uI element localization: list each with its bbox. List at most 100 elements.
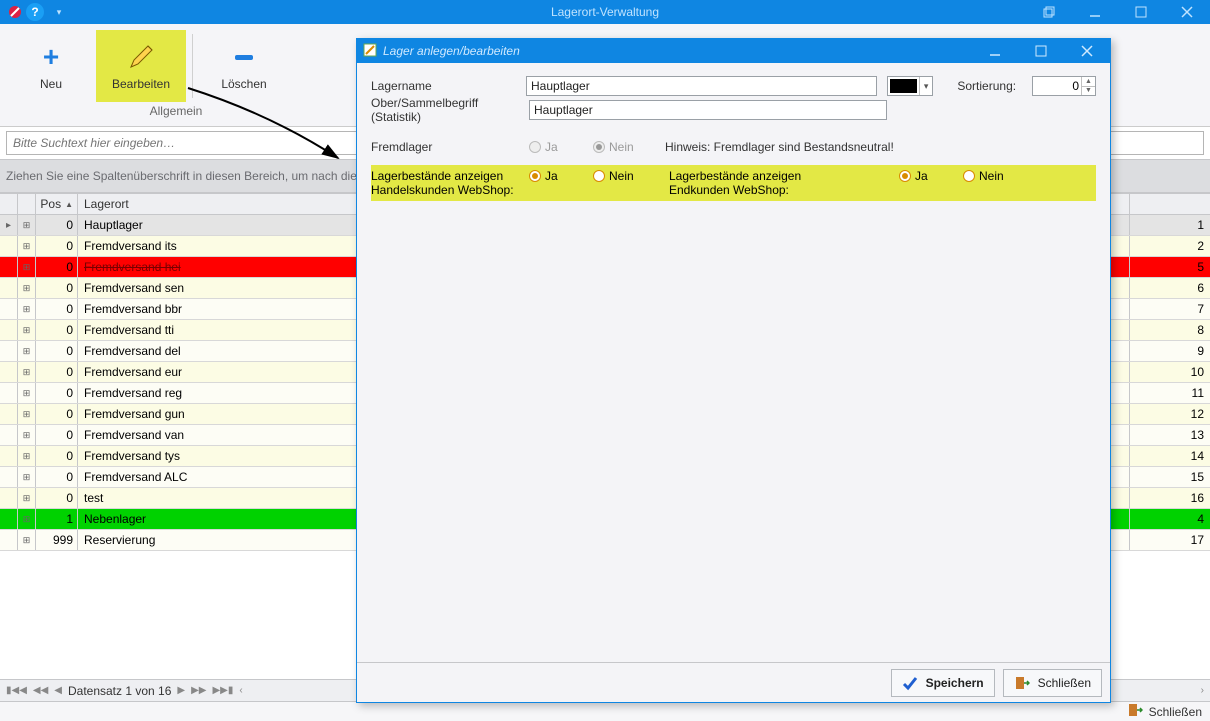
cell-pos: 0 [36,341,78,361]
spin-down-icon[interactable]: ▼ [1081,87,1095,96]
nav-right-scroll-icon[interactable]: › [1201,685,1204,696]
fremdlager-ja-radio [529,141,541,153]
cell-right: 4 [1130,509,1210,529]
row-indicator [0,257,18,277]
expand-icon[interactable]: ⊞ [18,215,36,235]
ek-ja-radio[interactable] [899,170,911,182]
spin-up-icon[interactable]: ▲ [1081,77,1095,87]
expand-icon[interactable]: ⊞ [18,257,36,277]
new-button[interactable]: + Neu [6,30,96,102]
cell-pos: 0 [36,320,78,340]
cell-right: 1 [1130,215,1210,235]
cell-right: 8 [1130,320,1210,340]
cell-right: 13 [1130,425,1210,445]
grid-header-pos-label: Pos [40,197,61,211]
sort-asc-icon: ▲ [65,200,73,209]
fremdlager-label: Fremdlager [371,140,529,154]
nav-prevpage-icon[interactable]: ◀◀ [33,685,48,696]
dialog-minimize-icon[interactable] [972,39,1018,63]
row-indicator [0,362,18,382]
dialog-title: Lager anlegen/bearbeiten [383,44,520,58]
color-picker[interactable]: ▾ [887,76,933,96]
row-indicator [0,236,18,256]
dialog-body: Lagername ▾ Sortierung: ▲ ▼ Ober/Sammelb… [357,63,1110,662]
cell-right: 17 [1130,530,1210,550]
ribbon-separator [192,34,193,98]
cell-pos: 0 [36,236,78,256]
dialog-footer: Speichern Schließen [357,662,1110,702]
hk-ja-label: Ja [545,169,558,183]
save-button[interactable]: Speichern [891,669,995,697]
sortierung-label: Sortierung: [957,79,1028,93]
window-maximize-icon[interactable] [1118,0,1164,24]
cell-pos: 999 [36,530,78,550]
nav-nextpage-icon[interactable]: ▶▶ [191,685,206,696]
edit-button[interactable]: Bearbeiten [96,30,186,102]
hk-ja-radio[interactable] [529,170,541,182]
cell-right: 11 [1130,383,1210,403]
edit-dialog: Lager anlegen/bearbeiten Lagername ▾ Sor… [356,38,1111,703]
row-indicator [0,425,18,445]
delete-button-label: Löschen [221,77,266,91]
nav-prev-icon[interactable]: ◀ [54,685,62,696]
row-indicator [0,341,18,361]
ek-nein-radio[interactable] [963,170,975,182]
ek-ja-label: Ja [915,169,928,183]
expand-icon[interactable]: ⊞ [18,362,36,382]
expand-icon[interactable]: ⊞ [18,425,36,445]
chevron-down-icon[interactable]: ▾ [919,77,932,95]
delete-button[interactable]: Löschen [199,30,289,102]
cell-right: 7 [1130,299,1210,319]
grid-header-selector[interactable] [0,194,18,214]
nav-left-scroll-icon[interactable]: ‹ [239,685,242,696]
expand-icon[interactable]: ⊞ [18,530,36,550]
dialog-maximize-icon[interactable] [1018,39,1064,63]
grid-header-lagerort-label: Lagerort [84,197,129,211]
cell-right: 15 [1130,467,1210,487]
sammelbegriff-input[interactable] [529,100,887,120]
hk-line1: Lagerbestände anzeigen [371,169,529,183]
statusbar-close-link[interactable]: Schließen [1149,705,1202,719]
dialog-close-icon[interactable] [1064,39,1110,63]
row-indicator [0,509,18,529]
row-indicator: ▸ [0,215,18,235]
expand-icon[interactable]: ⊞ [18,467,36,487]
door-exit-icon [1014,675,1030,691]
expand-icon[interactable]: ⊞ [18,446,36,466]
expand-icon[interactable]: ⊞ [18,404,36,424]
app-titlebar: ? ▾ Lagerort-Verwaltung [0,0,1210,24]
expand-icon[interactable]: ⊞ [18,299,36,319]
expand-icon[interactable]: ⊞ [18,383,36,403]
hk-nein-radio[interactable] [593,170,605,182]
row-indicator [0,299,18,319]
pencil-icon [125,41,157,73]
cell-pos: 0 [36,383,78,403]
window-minimize-icon[interactable] [1072,0,1118,24]
cell-right: 12 [1130,404,1210,424]
cell-pos: 0 [36,446,78,466]
qat-dropdown-icon[interactable]: ▾ [50,3,68,21]
expand-icon[interactable]: ⊞ [18,236,36,256]
expand-icon[interactable]: ⊞ [18,278,36,298]
lagername-label: Lagername [371,79,526,93]
nav-next-icon[interactable]: ▶ [177,685,185,696]
cell-pos: 0 [36,425,78,445]
window-restore-down-icon[interactable] [1026,0,1072,24]
expand-icon[interactable]: ⊞ [18,488,36,508]
cell-right: 5 [1130,257,1210,277]
nav-first-icon[interactable]: ▮◀◀ [6,685,27,696]
help-icon[interactable]: ? [26,3,44,21]
save-button-label: Speichern [926,676,984,690]
sortierung-spinner[interactable]: ▲ ▼ [1081,77,1095,95]
window-close-icon[interactable] [1164,0,1210,24]
expand-icon[interactable]: ⊞ [18,320,36,340]
expand-icon[interactable]: ⊞ [18,341,36,361]
grid-header-pos[interactable]: Pos ▲ [36,194,78,214]
cell-right: 9 [1130,341,1210,361]
expand-icon[interactable]: ⊞ [18,509,36,529]
nav-last-icon[interactable]: ▶▶▮ [212,685,233,696]
close-button[interactable]: Schließen [1003,669,1102,697]
lagername-input[interactable] [526,76,877,96]
cell-pos: 0 [36,299,78,319]
row-indicator [0,383,18,403]
